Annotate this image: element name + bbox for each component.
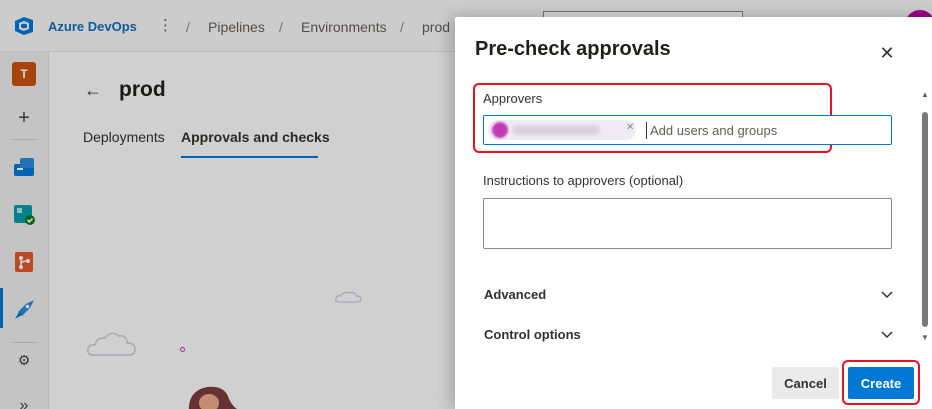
scroll-up-icon[interactable]: ▲ [921,90,929,99]
approver-name-redacted [512,125,600,135]
scroll-thumb[interactable] [922,112,928,327]
approver-avatar [492,122,508,138]
remove-approver-icon[interactable]: ✕ [626,122,634,133]
text-caret [646,122,647,139]
instructions-label: Instructions to approvers (optional) [483,173,684,188]
chevron-down-icon [881,331,893,339]
close-icon[interactable]: ✕ [876,42,898,64]
approvers-picker[interactable]: ✕ [483,115,892,145]
instructions-textarea[interactable] [483,198,892,249]
pre-check-approvals-dialog: Pre-check approvals ✕ Approvers ✕ Instru… [455,17,932,409]
create-button[interactable]: Create [848,367,914,399]
dialog-title: Pre-check approvals [475,38,671,60]
scroll-down-icon[interactable]: ▼ [921,333,929,342]
control-options-section[interactable]: Control options [483,324,895,346]
control-options-label: Control options [484,327,581,342]
advanced-section[interactable]: Advanced [483,284,895,306]
add-users-input[interactable] [650,121,880,139]
cancel-button[interactable]: Cancel [772,367,839,399]
dialog-scrollbar[interactable]: ▲ ▼ [920,90,930,350]
advanced-label: Advanced [484,287,547,302]
chevron-down-icon [881,291,893,299]
approver-chip[interactable]: ✕ [488,120,636,140]
approvers-label: Approvers [483,91,543,106]
